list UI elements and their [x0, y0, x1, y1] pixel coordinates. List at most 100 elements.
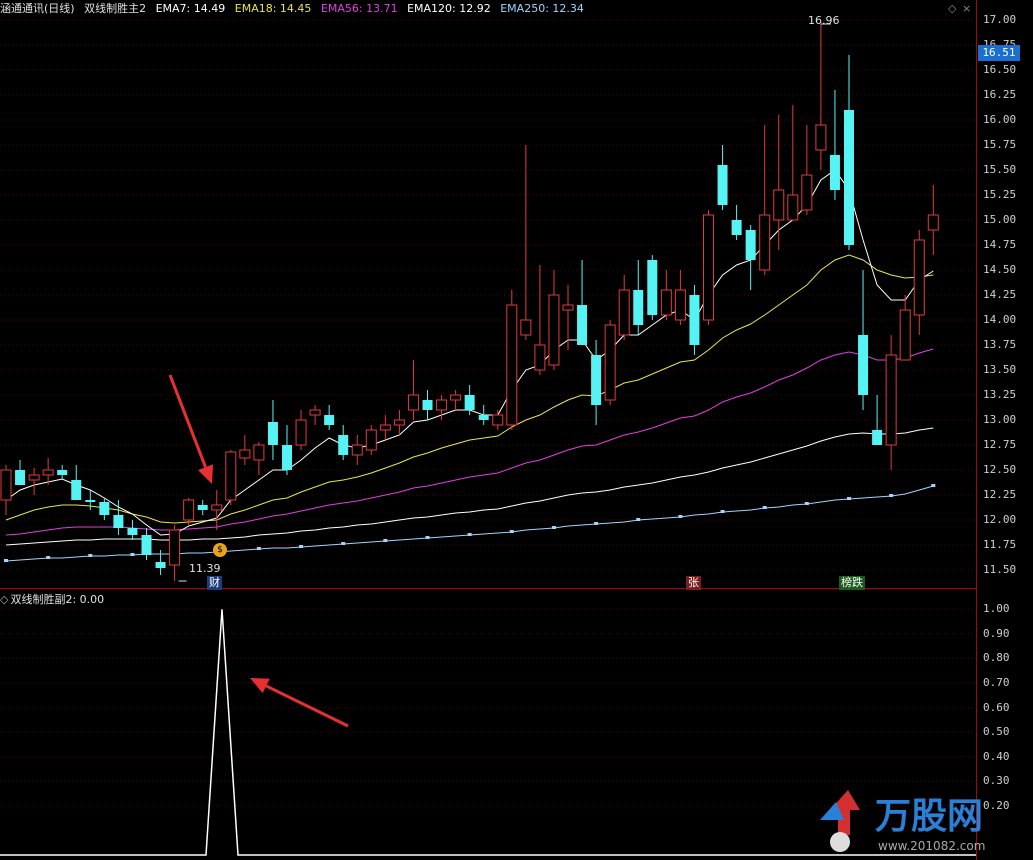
money-bag-icon[interactable]: $ [213, 543, 227, 557]
candle-body-down [324, 415, 335, 425]
annotation-arrow-sub [250, 678, 349, 728]
price-tick-label: 13.75 [983, 338, 1017, 351]
candle-body-down [197, 505, 208, 510]
ema7-line [5, 169, 934, 536]
candle-body-down [141, 535, 152, 555]
candle-body-up [309, 409, 321, 416]
ema250-marker [425, 536, 430, 539]
candle-body-up [239, 449, 251, 459]
price-tick-label: 15.25 [983, 188, 1017, 201]
candle-body-up [885, 354, 897, 446]
candle-body-up [0, 469, 12, 501]
price-tick-label: 15.50 [983, 163, 1017, 176]
candle-body-down [127, 528, 138, 535]
price-axis-line [976, 0, 977, 860]
price-tick-label: 17.00 [983, 13, 1017, 26]
candle-body-down [422, 400, 433, 410]
price-tick-label: 15.00 [983, 213, 1017, 226]
candle-body-up [773, 189, 785, 221]
low-price-label: 11.39 [189, 562, 221, 575]
current-price-box: 16.51 [978, 45, 1020, 61]
price-tick-label: 13.25 [983, 388, 1017, 401]
price-tick-label: 14.00 [983, 313, 1017, 326]
notice-tag[interactable]: 张 [686, 576, 701, 590]
candle-body-up [520, 319, 532, 336]
candle-body-down [15, 470, 26, 485]
candle-body-up [28, 474, 40, 481]
candle-body-down [872, 430, 883, 445]
ema250-marker [720, 510, 725, 513]
price-tick-label: 15.75 [983, 138, 1017, 151]
price-tick-label: 16.25 [983, 88, 1017, 101]
candle-body-up [351, 444, 363, 456]
price-tick-label: 11.75 [983, 538, 1017, 551]
ema250-marker [594, 522, 599, 525]
ema250-marker [256, 547, 261, 550]
price-tick-label: 14.75 [983, 238, 1017, 251]
svg-text:www.201082.com: www.201082.com [878, 839, 985, 853]
sub-tick-label: 0.90 [983, 626, 1010, 640]
price-tick-label: 12.25 [983, 488, 1017, 501]
candle-body-up [913, 239, 925, 316]
candle-body-down [689, 295, 700, 345]
sub-tick-label: 0.70 [983, 676, 1010, 689]
candle-body-up [787, 194, 799, 221]
ema250-marker [467, 533, 472, 536]
candle-body-down [464, 395, 475, 410]
candle-body-up [169, 529, 181, 566]
candle-body-up [927, 214, 939, 231]
candle-body-up [801, 174, 813, 211]
candle-body-down [647, 260, 658, 315]
price-tick-label: 12.50 [983, 463, 1017, 476]
candle-body-up [618, 289, 630, 336]
candle-body-down [745, 230, 756, 260]
price-tick-label: 12.00 [983, 513, 1017, 526]
candle-body-down [844, 110, 854, 245]
price-tick-label: 13.50 [983, 363, 1017, 376]
candle-body-down [717, 165, 728, 205]
ema250-marker [341, 542, 346, 545]
ema56-line [5, 348, 934, 536]
ema250-marker [130, 553, 135, 556]
price-tick-label: 13.00 [983, 413, 1017, 426]
ema250-marker [509, 530, 514, 533]
sub-tick-label: 0.50 [983, 725, 1010, 739]
site-logo: 万股网 www.201082.com [820, 790, 985, 853]
ema250-marker [636, 518, 641, 521]
ema250-marker [678, 515, 683, 518]
candle-body-down [155, 562, 166, 568]
candle-body-up [407, 394, 419, 411]
ema250-marker [931, 484, 936, 487]
candle-body-up [674, 289, 686, 321]
candle-body-up [183, 499, 195, 521]
candle-body-up [225, 451, 237, 501]
ema250-marker [847, 497, 851, 500]
ema250-marker [299, 545, 304, 548]
candle-body-up [379, 424, 391, 431]
stock-chart-window: 涵通通讯(日线) 双线制胜主2 EMA7: 14.49 EMA18: 14.45… [0, 0, 1033, 860]
ema120-line [5, 427, 934, 546]
candle-body-up [436, 399, 448, 411]
candle-body-down [338, 435, 349, 455]
ema250-marker [46, 556, 51, 559]
candle-body-up [450, 394, 462, 401]
ema250-marker [762, 506, 767, 509]
candle-body-up [295, 419, 307, 446]
ranking-tag[interactable]: 榜跌 [839, 576, 865, 590]
high-price-label: 16.96 [808, 14, 840, 27]
candle-body-up [548, 294, 560, 366]
price-tick-label: 16.00 [983, 113, 1017, 126]
candle-body-up [534, 344, 546, 371]
sub-tick-label: 1.00 [983, 602, 1010, 616]
candle-body-up [759, 214, 771, 271]
candle-body-down [99, 502, 110, 515]
candle-body-up [899, 309, 911, 361]
sub-tick-label: 0.40 [983, 749, 1010, 763]
sub-tick-label: 0.60 [983, 700, 1010, 714]
candle-body-down [282, 445, 292, 470]
finance-tag[interactable]: 财 [207, 576, 222, 590]
candle-body-up [604, 324, 616, 401]
kline-chart[interactable] [0, 0, 976, 860]
candle-body-up [393, 419, 405, 426]
candle-body-down [478, 415, 489, 420]
